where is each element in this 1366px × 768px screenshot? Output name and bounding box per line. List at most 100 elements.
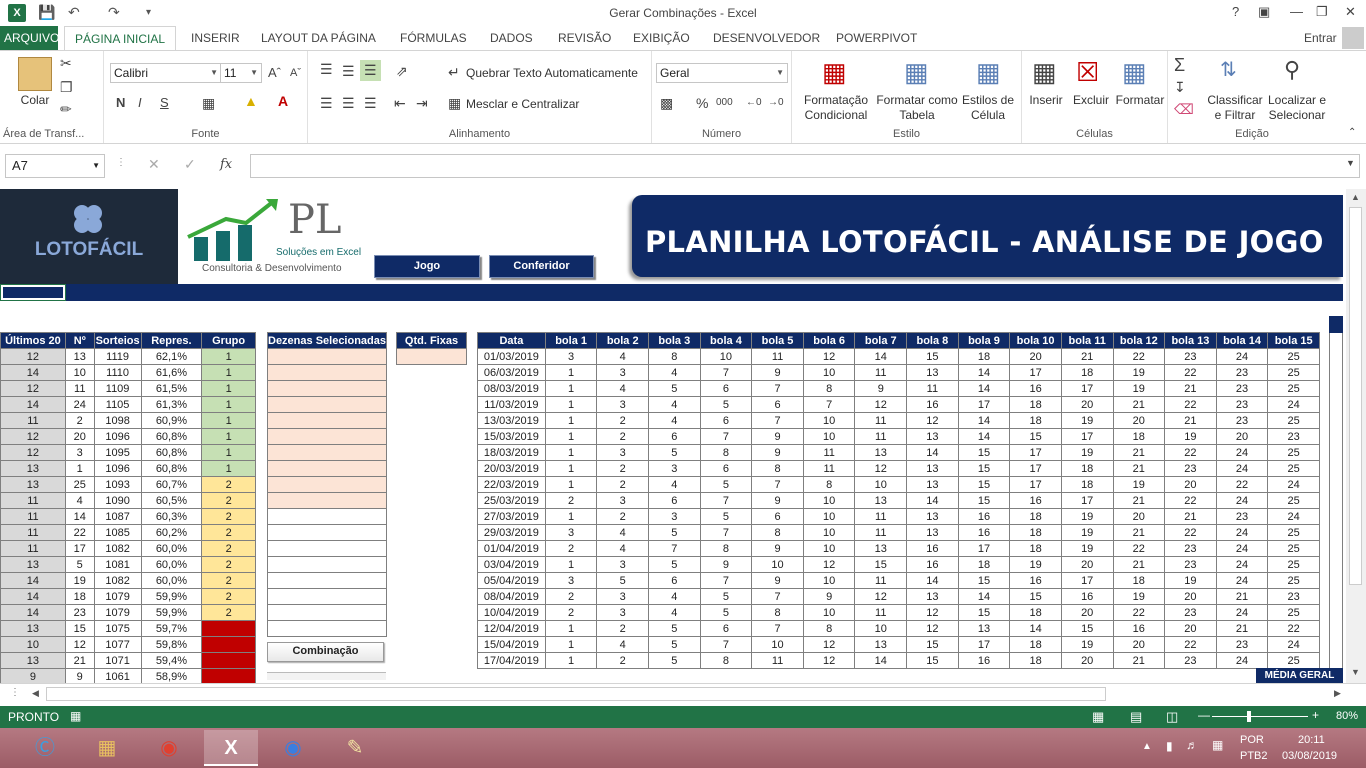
draws-cell[interactable]: 10 [854, 620, 908, 637]
draws-cell[interactable]: 14 [957, 364, 1011, 381]
name-box[interactable]: A7 ▼ [5, 154, 105, 178]
stats-cell[interactable]: 1 [201, 412, 256, 429]
draws-cell[interactable]: 18 [1009, 636, 1062, 653]
sort-filter-icon[interactable]: ⇅ [1220, 57, 1237, 82]
language-line2[interactable]: PTB2 [1240, 750, 1268, 762]
draws-cell[interactable]: 17 [1060, 572, 1114, 589]
draws-cell[interactable]: 9 [751, 444, 804, 461]
draws-cell[interactable]: 17 [957, 540, 1011, 557]
draws-cell[interactable]: 20 [1060, 604, 1114, 621]
draws-cell[interactable]: 21 [1164, 412, 1217, 429]
draws-cell[interactable]: 21 [1112, 460, 1166, 477]
stats-cell[interactable]: 10 [64, 364, 95, 381]
stats-cell[interactable]: 62,1% [140, 348, 203, 365]
draws-cell[interactable]: 3 [596, 556, 650, 573]
draws-cell[interactable]: 21 [1215, 588, 1269, 605]
draws-cell[interactable]: 12 [802, 652, 856, 669]
scroll-down-icon[interactable]: ▼ [1351, 667, 1360, 677]
stats-cell[interactable]: 11 [0, 524, 66, 541]
draws-cell[interactable]: 22 [1112, 348, 1166, 365]
draws-cell[interactable]: 19 [1060, 540, 1114, 557]
stats-cell[interactable]: 13 [64, 348, 95, 365]
draws-cell[interactable]: 5 [699, 604, 753, 621]
draws-cell[interactable]: 20 [1060, 652, 1114, 669]
draws-cell[interactable]: 14 [906, 572, 959, 589]
draws-cell[interactable]: 3 [596, 396, 650, 413]
draws-cell[interactable]: 8 [751, 604, 804, 621]
draws-cell[interactable]: 4 [648, 412, 701, 429]
draws-cell[interactable]: 17 [1009, 364, 1062, 381]
stats-cell[interactable]: 2 [201, 556, 256, 573]
tab-arquivo[interactable]: ARQUIVO [0, 26, 59, 50]
italic-button[interactable]: I [138, 95, 142, 110]
stats-cell[interactable]: 5 [64, 556, 95, 573]
draws-cell[interactable]: 9 [699, 556, 753, 573]
draws-cell[interactable]: 2 [544, 604, 598, 621]
draws-cell[interactable]: 8 [751, 460, 804, 477]
draws-cell[interactable]: 18/03/2019 [477, 444, 546, 461]
draws-cell[interactable]: 1 [544, 364, 598, 381]
draws-cell[interactable]: 8 [699, 652, 753, 669]
draws-cell[interactable]: 13 [854, 540, 908, 557]
normal-view-icon[interactable]: ▦ [1092, 709, 1104, 725]
draws-cell[interactable]: 1 [544, 476, 598, 493]
draws-cell[interactable]: 6 [751, 396, 804, 413]
draws-cell[interactable]: 3 [596, 364, 650, 381]
draws-cell[interactable]: 7 [751, 412, 804, 429]
expand-formula-bar-icon[interactable]: ▼ [1346, 158, 1355, 168]
draws-cell[interactable]: 7 [699, 492, 753, 509]
selected-number-input[interactable] [266, 364, 388, 381]
stats-cell[interactable]: 2 [201, 604, 256, 621]
language-line1[interactable]: POR [1240, 734, 1264, 746]
draws-cell[interactable]: 24 [1215, 604, 1269, 621]
sign-in-link[interactable]: Entrar [1298, 26, 1343, 50]
stats-cell[interactable]: 1075 [93, 620, 142, 637]
draws-cell[interactable]: 23 [1164, 348, 1217, 365]
draws-cell[interactable]: 25 [1267, 540, 1320, 557]
draws-cell[interactable]: 15 [1009, 588, 1062, 605]
network-icon[interactable]: ▦ [1212, 738, 1223, 752]
stats-cell[interactable]: 3 [201, 636, 256, 653]
stats-cell[interactable]: 1105 [93, 396, 142, 413]
draws-cell[interactable]: 08/04/2019 [477, 588, 546, 605]
draws-cell[interactable]: 15 [957, 476, 1011, 493]
draws-cell[interactable]: 4 [596, 636, 650, 653]
draws-cell[interactable]: 5 [699, 508, 753, 525]
draws-cell[interactable]: 7 [751, 588, 804, 605]
clock-time[interactable]: 20:11 [1298, 734, 1325, 746]
draws-cell[interactable]: 17 [1060, 380, 1114, 397]
draws-cell[interactable]: 12 [906, 412, 959, 429]
draws-cell[interactable]: 6 [699, 380, 753, 397]
draws-cell[interactable]: 6 [699, 412, 753, 429]
draws-cell[interactable]: 4 [648, 476, 701, 493]
stats-cell[interactable]: 3 [64, 444, 95, 461]
draws-cell[interactable]: 4 [596, 348, 650, 365]
draws-cell[interactable]: 25/03/2019 [477, 492, 546, 509]
zoom-out-icon[interactable]: — [1198, 708, 1210, 722]
stats-cell[interactable]: 4 [64, 492, 95, 509]
format-table-button[interactable]: Formatar como Tabela [874, 93, 960, 123]
stats-cell[interactable]: 60,0% [140, 556, 203, 573]
paste-icon[interactable] [18, 57, 52, 91]
draws-cell[interactable]: 16 [1009, 492, 1062, 509]
draws-cell[interactable]: 4 [648, 604, 701, 621]
draws-cell[interactable]: 14 [1009, 620, 1062, 637]
draws-cell[interactable]: 19 [1009, 556, 1062, 573]
paint-icon[interactable]: ✎ [328, 730, 382, 766]
stats-cell[interactable]: 60,8% [140, 444, 203, 461]
draws-cell[interactable]: 23 [1215, 396, 1269, 413]
decrease-decimal-icon[interactable]: →0 [768, 97, 784, 108]
draws-cell[interactable]: 14 [957, 588, 1011, 605]
draws-cell[interactable]: 16 [1112, 620, 1166, 637]
stats-cell[interactable]: 1110 [93, 364, 142, 381]
stats-cell[interactable]: 1 [201, 444, 256, 461]
draws-cell[interactable]: 25 [1267, 380, 1320, 397]
draws-cell[interactable]: 23 [1164, 460, 1217, 477]
bold-button[interactable]: N [116, 95, 125, 110]
delete-cells-icon[interactable]: ☒ [1076, 57, 1099, 88]
draws-cell[interactable]: 1 [544, 620, 598, 637]
stats-cell[interactable]: 1090 [93, 492, 142, 509]
stats-cell[interactable]: 1082 [93, 572, 142, 589]
stats-cell[interactable]: 60,7% [140, 476, 203, 493]
draws-cell[interactable]: 11 [854, 508, 908, 525]
